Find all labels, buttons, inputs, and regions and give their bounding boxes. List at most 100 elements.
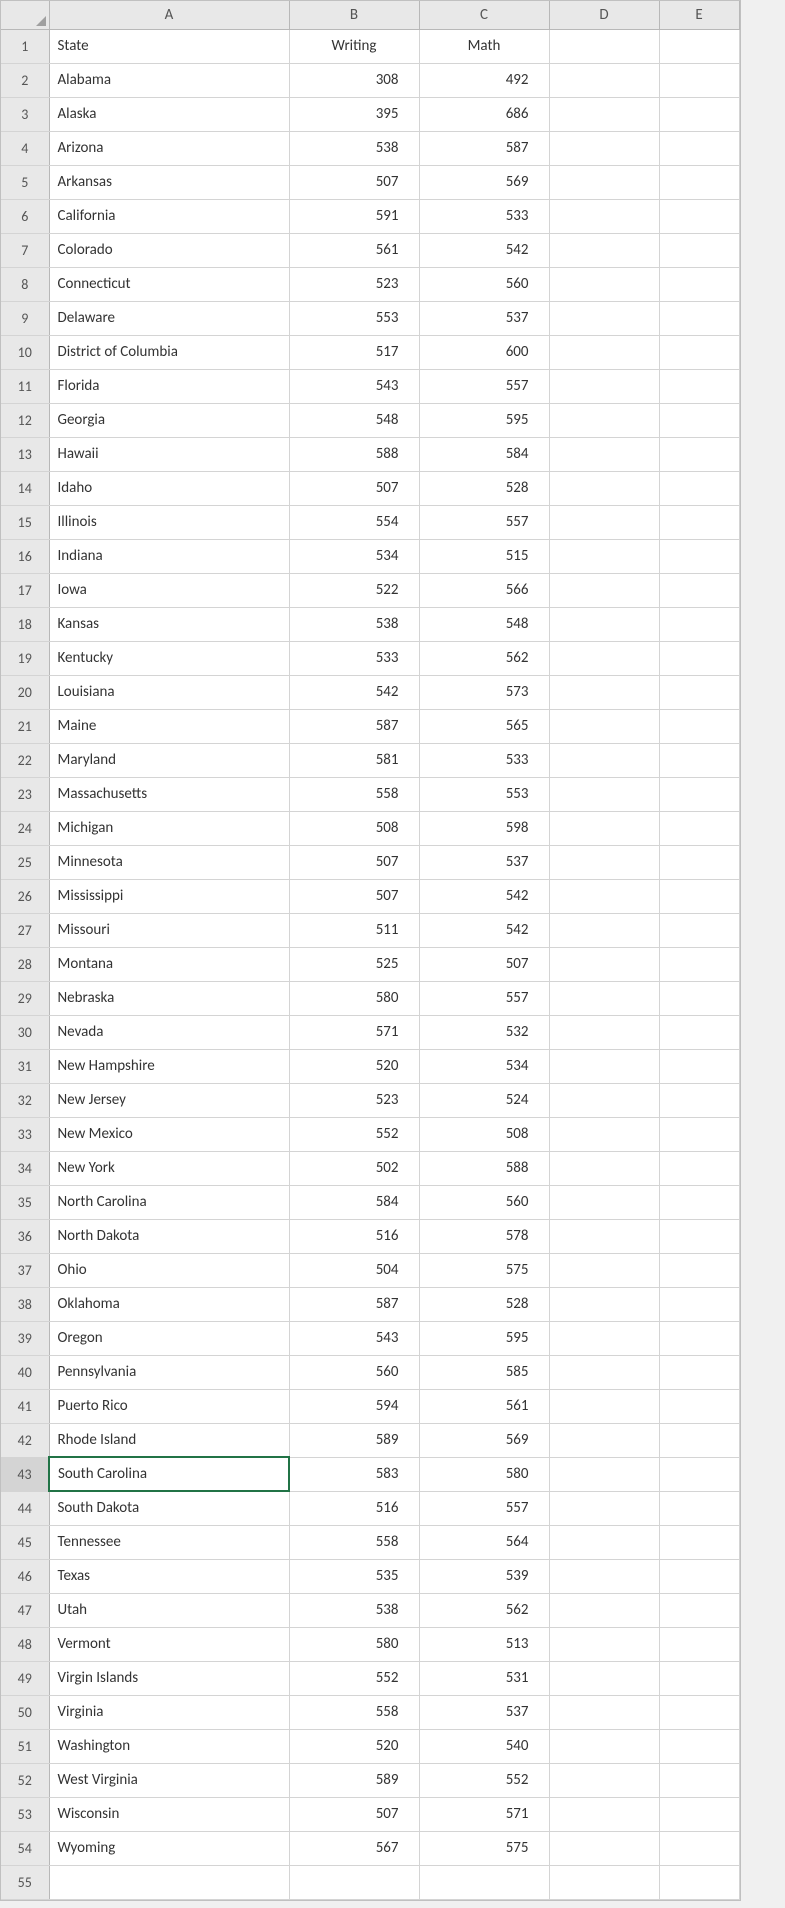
- cell-B22[interactable]: 581: [289, 743, 419, 777]
- cell-C22[interactable]: 533: [419, 743, 549, 777]
- cell-A3[interactable]: Alaska: [49, 97, 289, 131]
- cell-B39[interactable]: 543: [289, 1321, 419, 1355]
- cell-C16[interactable]: 515: [419, 539, 549, 573]
- cell-D15[interactable]: [549, 505, 659, 539]
- cell-C33[interactable]: 508: [419, 1117, 549, 1151]
- row-header-6[interactable]: 6: [1, 199, 49, 233]
- cell-C39[interactable]: 595: [419, 1321, 549, 1355]
- cell-D20[interactable]: [549, 675, 659, 709]
- cell-D3[interactable]: [549, 97, 659, 131]
- cell-B32[interactable]: 523: [289, 1083, 419, 1117]
- cell-B45[interactable]: 558: [289, 1525, 419, 1559]
- cell-D46[interactable]: [549, 1559, 659, 1593]
- cell-B16[interactable]: 534: [289, 539, 419, 573]
- cell-C10[interactable]: 600: [419, 335, 549, 369]
- cell-E43[interactable]: [659, 1457, 739, 1491]
- cell-D2[interactable]: [549, 63, 659, 97]
- cell-A31[interactable]: New Hampshire: [49, 1049, 289, 1083]
- cell-B54[interactable]: 567: [289, 1831, 419, 1865]
- column-header-A[interactable]: A: [49, 1, 289, 29]
- cell-A11[interactable]: Florida: [49, 369, 289, 403]
- cell-E41[interactable]: [659, 1389, 739, 1423]
- cell-A32[interactable]: New Jersey: [49, 1083, 289, 1117]
- cell-D48[interactable]: [549, 1627, 659, 1661]
- cell-D7[interactable]: [549, 233, 659, 267]
- cell-A19[interactable]: Kentucky: [49, 641, 289, 675]
- cell-E33[interactable]: [659, 1117, 739, 1151]
- cell-C38[interactable]: 528: [419, 1287, 549, 1321]
- cell-C27[interactable]: 542: [419, 913, 549, 947]
- cell-B51[interactable]: 520: [289, 1729, 419, 1763]
- cell-A36[interactable]: North Dakota: [49, 1219, 289, 1253]
- cell-C1[interactable]: Math: [419, 29, 549, 63]
- cell-D34[interactable]: [549, 1151, 659, 1185]
- cell-C14[interactable]: 528: [419, 471, 549, 505]
- row-header-25[interactable]: 25: [1, 845, 49, 879]
- cell-A37[interactable]: Ohio: [49, 1253, 289, 1287]
- cell-E12[interactable]: [659, 403, 739, 437]
- cell-D30[interactable]: [549, 1015, 659, 1049]
- cell-D33[interactable]: [549, 1117, 659, 1151]
- cell-B50[interactable]: 558: [289, 1695, 419, 1729]
- row-header-21[interactable]: 21: [1, 709, 49, 743]
- cell-A55[interactable]: [49, 1865, 289, 1899]
- row-header-18[interactable]: 18: [1, 607, 49, 641]
- cell-B42[interactable]: 589: [289, 1423, 419, 1457]
- cell-C8[interactable]: 560: [419, 267, 549, 301]
- cell-E40[interactable]: [659, 1355, 739, 1389]
- cell-D37[interactable]: [549, 1253, 659, 1287]
- cell-D29[interactable]: [549, 981, 659, 1015]
- cell-D9[interactable]: [549, 301, 659, 335]
- cell-D51[interactable]: [549, 1729, 659, 1763]
- cell-C5[interactable]: 569: [419, 165, 549, 199]
- cell-A22[interactable]: Maryland: [49, 743, 289, 777]
- cell-D43[interactable]: [549, 1457, 659, 1491]
- cell-A52[interactable]: West Virginia: [49, 1763, 289, 1797]
- row-header-43[interactable]: 43: [1, 1457, 49, 1491]
- cell-E13[interactable]: [659, 437, 739, 471]
- cell-C48[interactable]: 513: [419, 1627, 549, 1661]
- row-header-4[interactable]: 4: [1, 131, 49, 165]
- row-header-53[interactable]: 53: [1, 1797, 49, 1831]
- cell-D49[interactable]: [549, 1661, 659, 1695]
- cell-A6[interactable]: California: [49, 199, 289, 233]
- row-header-29[interactable]: 29: [1, 981, 49, 1015]
- cell-C25[interactable]: 537: [419, 845, 549, 879]
- cell-E36[interactable]: [659, 1219, 739, 1253]
- spreadsheet-grid[interactable]: A B C D E 1StateWritingMath2Alabama30849…: [0, 0, 741, 1901]
- cell-A16[interactable]: Indiana: [49, 539, 289, 573]
- cell-B49[interactable]: 552: [289, 1661, 419, 1695]
- cell-E6[interactable]: [659, 199, 739, 233]
- row-header-35[interactable]: 35: [1, 1185, 49, 1219]
- row-header-52[interactable]: 52: [1, 1763, 49, 1797]
- cell-A54[interactable]: Wyoming: [49, 1831, 289, 1865]
- row-header-15[interactable]: 15: [1, 505, 49, 539]
- cell-D1[interactable]: [549, 29, 659, 63]
- cell-B9[interactable]: 553: [289, 301, 419, 335]
- cell-A23[interactable]: Massachusetts: [49, 777, 289, 811]
- row-header-9[interactable]: 9: [1, 301, 49, 335]
- row-header-24[interactable]: 24: [1, 811, 49, 845]
- cell-C17[interactable]: 566: [419, 573, 549, 607]
- cell-D45[interactable]: [549, 1525, 659, 1559]
- cell-E37[interactable]: [659, 1253, 739, 1287]
- row-header-5[interactable]: 5: [1, 165, 49, 199]
- cell-C42[interactable]: 569: [419, 1423, 549, 1457]
- cell-A25[interactable]: Minnesota: [49, 845, 289, 879]
- cell-B52[interactable]: 589: [289, 1763, 419, 1797]
- cell-C50[interactable]: 537: [419, 1695, 549, 1729]
- cell-A48[interactable]: Vermont: [49, 1627, 289, 1661]
- cell-E27[interactable]: [659, 913, 739, 947]
- cell-B14[interactable]: 507: [289, 471, 419, 505]
- cell-D25[interactable]: [549, 845, 659, 879]
- cell-C12[interactable]: 595: [419, 403, 549, 437]
- row-header-14[interactable]: 14: [1, 471, 49, 505]
- cell-A9[interactable]: Delaware: [49, 301, 289, 335]
- row-header-23[interactable]: 23: [1, 777, 49, 811]
- cell-C9[interactable]: 537: [419, 301, 549, 335]
- row-header-48[interactable]: 48: [1, 1627, 49, 1661]
- row-header-49[interactable]: 49: [1, 1661, 49, 1695]
- row-header-13[interactable]: 13: [1, 437, 49, 471]
- cell-C51[interactable]: 540: [419, 1729, 549, 1763]
- row-header-26[interactable]: 26: [1, 879, 49, 913]
